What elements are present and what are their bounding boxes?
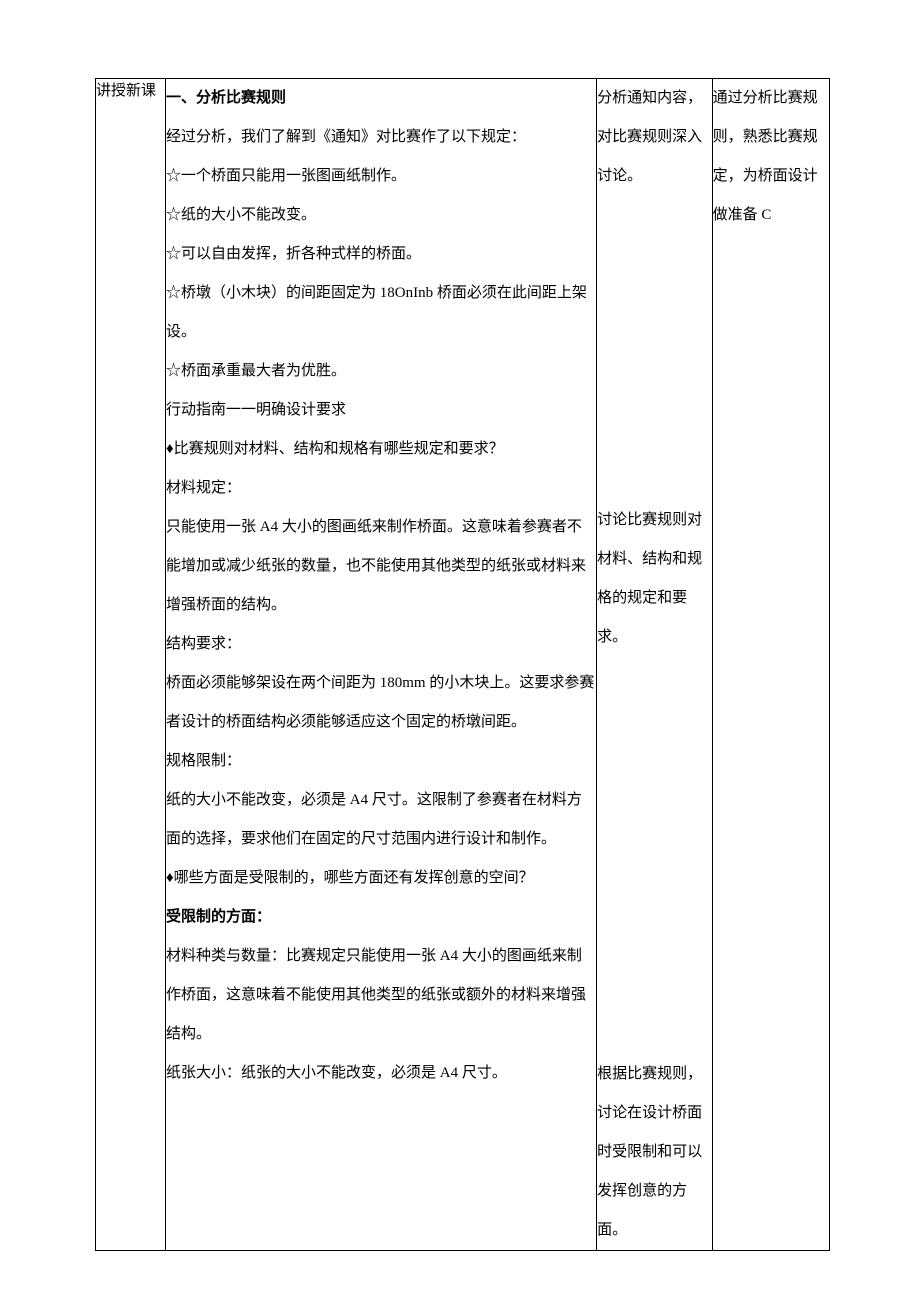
question-item: 哪些方面是受限制的，哪些方面还有发挥创意的空间？	[166, 859, 596, 898]
activity-text: 分析通知内容，对比赛规则深入讨论。	[597, 79, 711, 196]
intent-text: 通过分析比赛规则，熟悉比赛规定，为桥面设计做准备 C	[713, 79, 829, 235]
rule-text: 桥面承重最大者为优胜。	[181, 363, 346, 379]
cell-left: 讲授新课	[96, 79, 166, 1251]
middle-content: 一、分析比赛规则 经过分析，我们了解到《通知》对比赛作了以下规定： 一个桥面只能…	[166, 79, 596, 1093]
body-text: 桥面必须能够架设在两个间距为 180mm 的小木块上。这要求参赛者设计的桥面结构…	[166, 664, 596, 742]
rule-item: 一个桥面只能用一张图画纸制作。	[166, 157, 596, 196]
question-text: 哪些方面是受限制的，哪些方面还有发挥创意的空间？	[174, 870, 534, 886]
left-heading: 讲授新课	[96, 83, 156, 99]
body-text: 纸的大小不能改变，必须是 A4 尺寸。这限制了参赛者在材料方面的选择，要求他们在…	[166, 781, 596, 859]
body-text: 纸张大小：纸张的大小不能改变，必须是 A4 尺寸。	[166, 1054, 596, 1093]
subheading-bold: 受限制的方面：	[166, 898, 596, 937]
rule-item: 桥面承重最大者为优胜。	[166, 352, 596, 391]
activity-text: 讨论比赛规则对材料、结构和规格的规定和要求。	[597, 501, 711, 657]
rule-text: 桥墩（小木块）的间距固定为 18OnInb 桥面必须在此间距上架设。	[166, 285, 587, 340]
rule-text: 可以自由发挥，折各种式样的桥面。	[181, 246, 421, 262]
section-heading: 一、分析比赛规则	[166, 79, 596, 118]
action-guide: 行动指南一一明确设计要求	[166, 391, 596, 430]
cell-student-activity: 分析通知内容，对比赛规则深入讨论。 讨论比赛规则对材料、结构和规格的规定和要求。…	[597, 79, 712, 1251]
body-text: 只能使用一张 A4 大小的图画纸来制作桥面。这意味着参赛者不能增加或减少纸张的数…	[166, 508, 596, 625]
cell-middle: 一、分析比赛规则 经过分析，我们了解到《通知》对比赛作了以下规定： 一个桥面只能…	[166, 79, 597, 1251]
intro-text: 经过分析，我们了解到《通知》对比赛作了以下规定：	[166, 118, 596, 157]
body-text: 材料种类与数量：比赛规定只能使用一张 A4 大小的图画纸来制作桥面，这意味着不能…	[166, 937, 596, 1054]
rule-item: 可以自由发挥，折各种式样的桥面。	[166, 235, 596, 274]
question-text: 比赛规则对材料、结构和规格有哪些规定和要求？	[174, 441, 504, 457]
activity-text: 根据比赛规则，讨论在设计桥面时受限制和可以发挥创意的方面。	[597, 1055, 711, 1250]
rule-item: 桥墩（小木块）的间距固定为 18OnInb 桥面必须在此间距上架设。	[166, 274, 596, 352]
question-item: 比赛规则对材料、结构和规格有哪些规定和要求？	[166, 430, 596, 469]
table-row: 讲授新课 一、分析比赛规则 经过分析，我们了解到《通知》对比赛作了以下规定： 一…	[96, 79, 830, 1251]
rule-text: 纸的大小不能改变。	[181, 207, 316, 223]
cell-design-intent: 通过分析比赛规则，熟悉比赛规定，为桥面设计做准备 C	[712, 79, 829, 1251]
lesson-table: 讲授新课 一、分析比赛规则 经过分析，我们了解到《通知》对比赛作了以下规定： 一…	[95, 78, 830, 1251]
subheading: 规格限制：	[166, 742, 596, 781]
spacer	[597, 657, 711, 1055]
spacer	[597, 196, 711, 501]
page: 讲授新课 一、分析比赛规则 经过分析，我们了解到《通知》对比赛作了以下规定： 一…	[0, 0, 920, 1301]
rule-text: 一个桥面只能用一张图画纸制作。	[181, 168, 406, 184]
subheading: 结构要求：	[166, 625, 596, 664]
rule-item: 纸的大小不能改变。	[166, 196, 596, 235]
subheading: 材料规定：	[166, 469, 596, 508]
